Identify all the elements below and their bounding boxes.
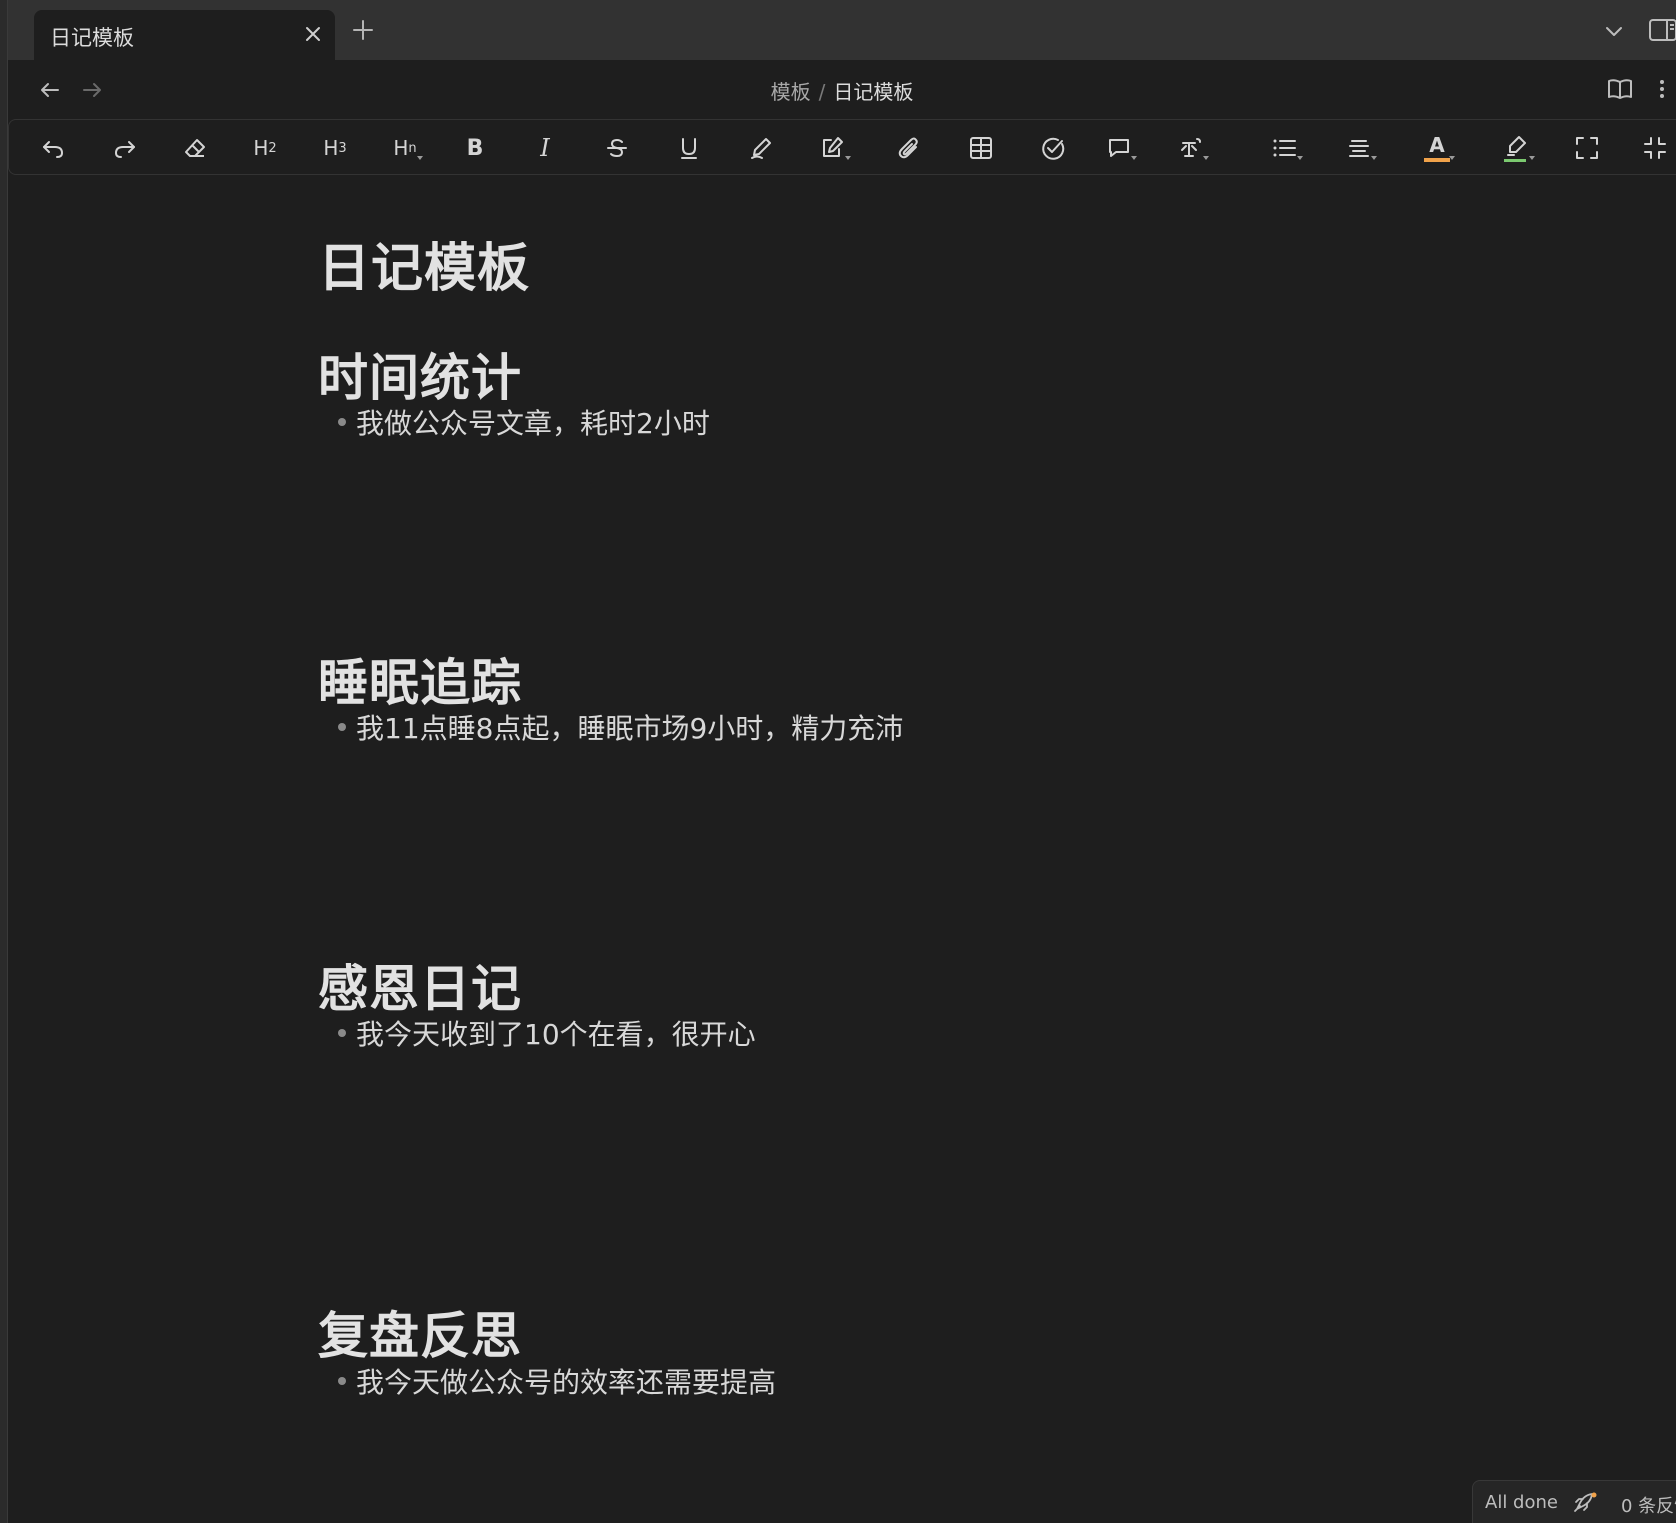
list-icon[interactable] [1265, 130, 1305, 166]
chevron-down-icon[interactable] [1602, 19, 1626, 43]
plus-icon[interactable] [350, 17, 376, 43]
editor-content[interactable]: 日记模板 时间统计 我做公众号文章，耗时2小时 睡眠追踪 我11点睡8点起，睡眠… [8, 176, 1676, 1523]
redo-icon[interactable] [105, 130, 145, 166]
tab-title: 日记模板 [50, 26, 134, 50]
section-heading[interactable]: 时间统计 [318, 338, 522, 410]
text-color-icon[interactable]: A [1417, 130, 1457, 166]
list-item[interactable]: 我今天收到了10个在看，很开心 [338, 1013, 756, 1053]
paperclip-icon[interactable] [889, 130, 929, 166]
section-heading[interactable]: 感恩日记 [318, 949, 522, 1021]
section-heading[interactable]: 睡眠追踪 [318, 643, 522, 715]
check-circle-icon[interactable] [1033, 130, 1073, 166]
bullet-icon [338, 723, 346, 731]
feedback-count[interactable]: 0 条反馈 [1621, 1492, 1676, 1518]
bold-icon[interactable]: B [455, 130, 495, 166]
status-bar: All done 0 条反馈 [1472, 1480, 1676, 1523]
undo-icon[interactable] [33, 130, 73, 166]
eraser-icon[interactable] [175, 130, 215, 166]
table-icon[interactable] [961, 130, 1001, 166]
comment-icon[interactable] [1099, 130, 1139, 166]
underline-icon[interactable] [669, 130, 709, 166]
list-item[interactable]: 我做公众号文章，耗时2小时 [338, 402, 710, 442]
strikethrough-icon[interactable] [597, 130, 637, 166]
list-item-text: 我11点睡8点起，睡眠市场9小时，精力充沛 [356, 712, 904, 745]
breadcrumb: 模板 / 日记模板 [8, 76, 1676, 105]
breadcrumb-separator: / [818, 80, 826, 104]
bullet-icon [338, 418, 346, 426]
h3-icon[interactable]: H3 [315, 130, 355, 166]
breadcrumb-parent[interactable]: 模板 [771, 80, 811, 104]
italic-icon[interactable]: I [525, 130, 565, 166]
exit-fullscreen-icon[interactable] [1635, 130, 1675, 166]
editing-toolbar: H2 H3 Hn B I A [8, 119, 1676, 175]
tab-bar: 日记模板 [0, 0, 1676, 60]
list-item[interactable]: 我今天做公众号的效率还需要提高 [338, 1361, 776, 1401]
highlighter-icon[interactable] [1497, 130, 1537, 166]
text-format-icon[interactable] [1171, 130, 1211, 166]
list-item-text: 我做公众号文章，耗时2小时 [356, 407, 710, 440]
close-icon[interactable] [301, 22, 325, 46]
align-icon[interactable] [1339, 130, 1379, 166]
h2-icon[interactable]: H2 [245, 130, 285, 166]
list-item-text: 我今天收到了10个在看，很开心 [356, 1018, 756, 1051]
right-sidebar-icon[interactable] [1648, 16, 1676, 44]
section-heading[interactable]: 复盘反思 [318, 1296, 522, 1368]
list-item[interactable]: 我11点睡8点起，睡眠市场9小时，精力充沛 [338, 707, 903, 747]
sync-status[interactable]: All done [1485, 1492, 1558, 1513]
pen-icon[interactable] [741, 130, 781, 166]
more-vertical-icon[interactable] [1652, 74, 1672, 104]
view-header: 模板 / 日记模板 [8, 60, 1676, 120]
hn-icon[interactable]: Hn [385, 130, 425, 166]
text-color-swatch [1424, 158, 1450, 162]
rocket-icon[interactable] [1571, 1491, 1597, 1515]
list-item-text: 我今天做公众号的效率还需要提高 [356, 1366, 777, 1399]
book-open-icon[interactable] [1605, 74, 1635, 104]
highlight-swatch [1504, 159, 1526, 162]
edit-icon[interactable] [813, 130, 853, 166]
tab-active[interactable]: 日记模板 [34, 10, 335, 60]
left-ribbon-edge [0, 0, 8, 1523]
page-title[interactable]: 日记模板 [318, 226, 530, 301]
bullet-icon [338, 1029, 346, 1037]
breadcrumb-current[interactable]: 日记模板 [833, 80, 913, 104]
bullet-icon [338, 1377, 346, 1385]
fullscreen-icon[interactable] [1567, 130, 1607, 166]
